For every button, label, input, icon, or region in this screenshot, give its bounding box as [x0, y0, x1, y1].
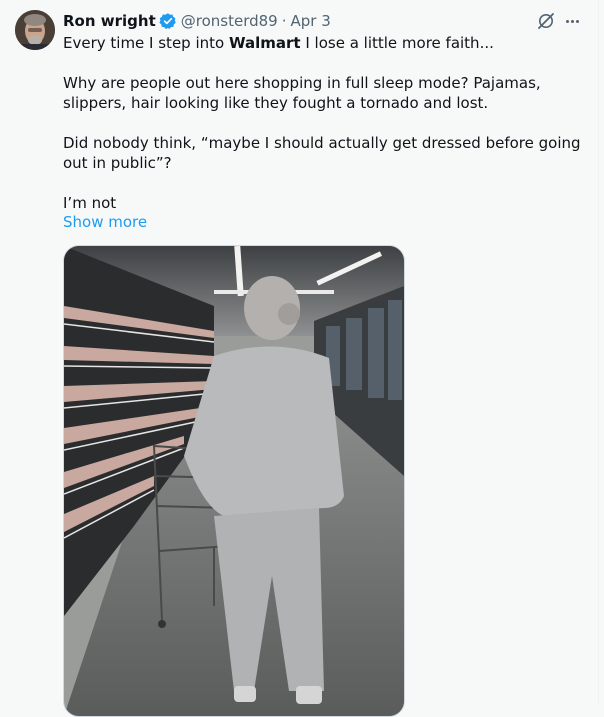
grok-icon[interactable] [536, 11, 556, 31]
author-name[interactable]: Ron wright [63, 12, 156, 30]
tweet-paragraph-4: I’m not [63, 194, 117, 212]
tweet-paragraph-3: Did nobody think, “maybe I should actual… [63, 134, 581, 172]
tweet-text: Every time I step into Walmart I lose a … [63, 33, 583, 213]
tweet-photo[interactable] [63, 245, 405, 717]
show-more-link[interactable]: Show more [63, 212, 147, 232]
avatar[interactable] [15, 10, 55, 50]
verified-badge-icon [159, 12, 177, 30]
header-separator: · [281, 12, 287, 30]
more-options-icon[interactable] [562, 11, 582, 31]
tweet-paragraph-1: Every time I step into Walmart I lose a … [63, 34, 494, 52]
bold-keyword: Walmart [228, 34, 301, 52]
column-divider [598, 0, 599, 705]
tweet-header: Ron wright @ronsterd89 · Apr 3 [63, 11, 331, 31]
tweet-date[interactable]: Apr 3 [291, 12, 331, 30]
tweet-paragraph-2: Why are people out here shopping in full… [63, 74, 541, 112]
author-handle[interactable]: @ronsterd89 [181, 12, 278, 30]
